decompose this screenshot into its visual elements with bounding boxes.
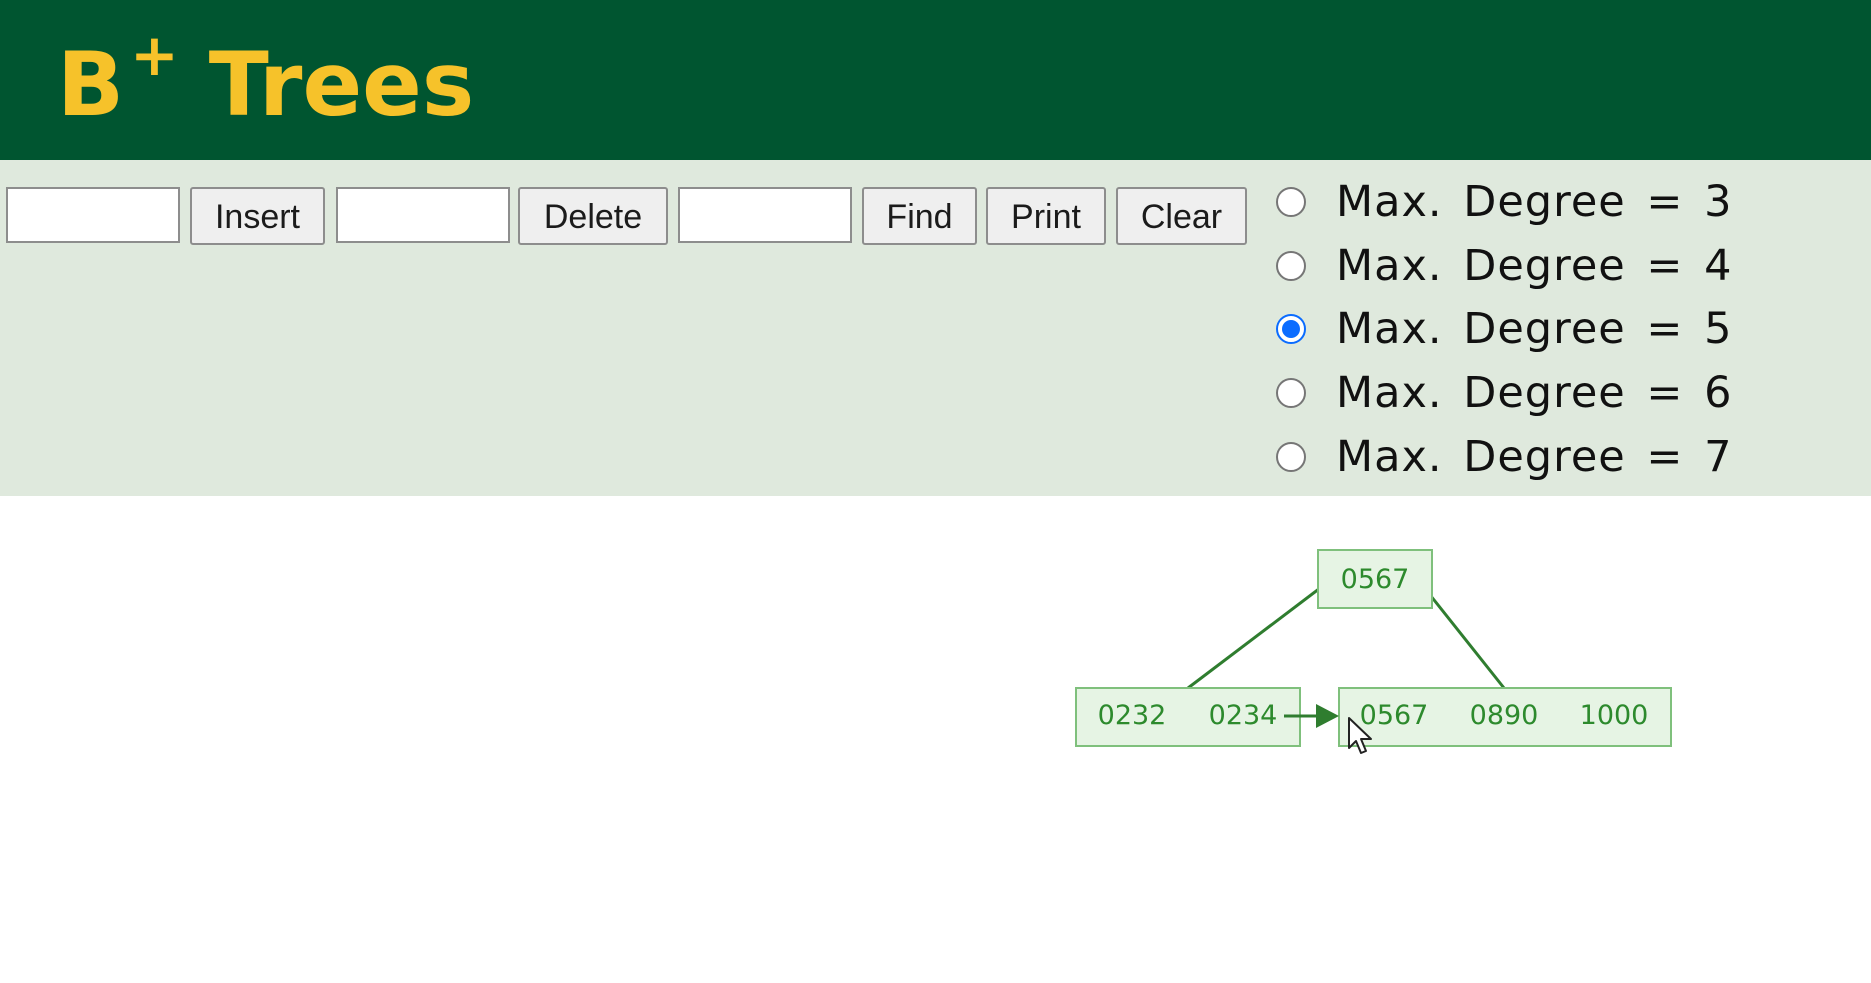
leaf-key: 0232: [1098, 700, 1167, 731]
leaf-key: 0234: [1209, 700, 1278, 731]
tree-edge: [1187, 574, 1337, 690]
root-key: 0567: [1341, 564, 1410, 595]
leaf-key: 1000: [1580, 700, 1649, 731]
mouse-cursor-icon: [1348, 717, 1372, 754]
leaf-link-arrow-icon: [1316, 704, 1339, 728]
tree-canvas: 0567 0232 0234 0567 0890 1000: [1075, 549, 1672, 747]
leaf-key: 0890: [1470, 700, 1539, 731]
